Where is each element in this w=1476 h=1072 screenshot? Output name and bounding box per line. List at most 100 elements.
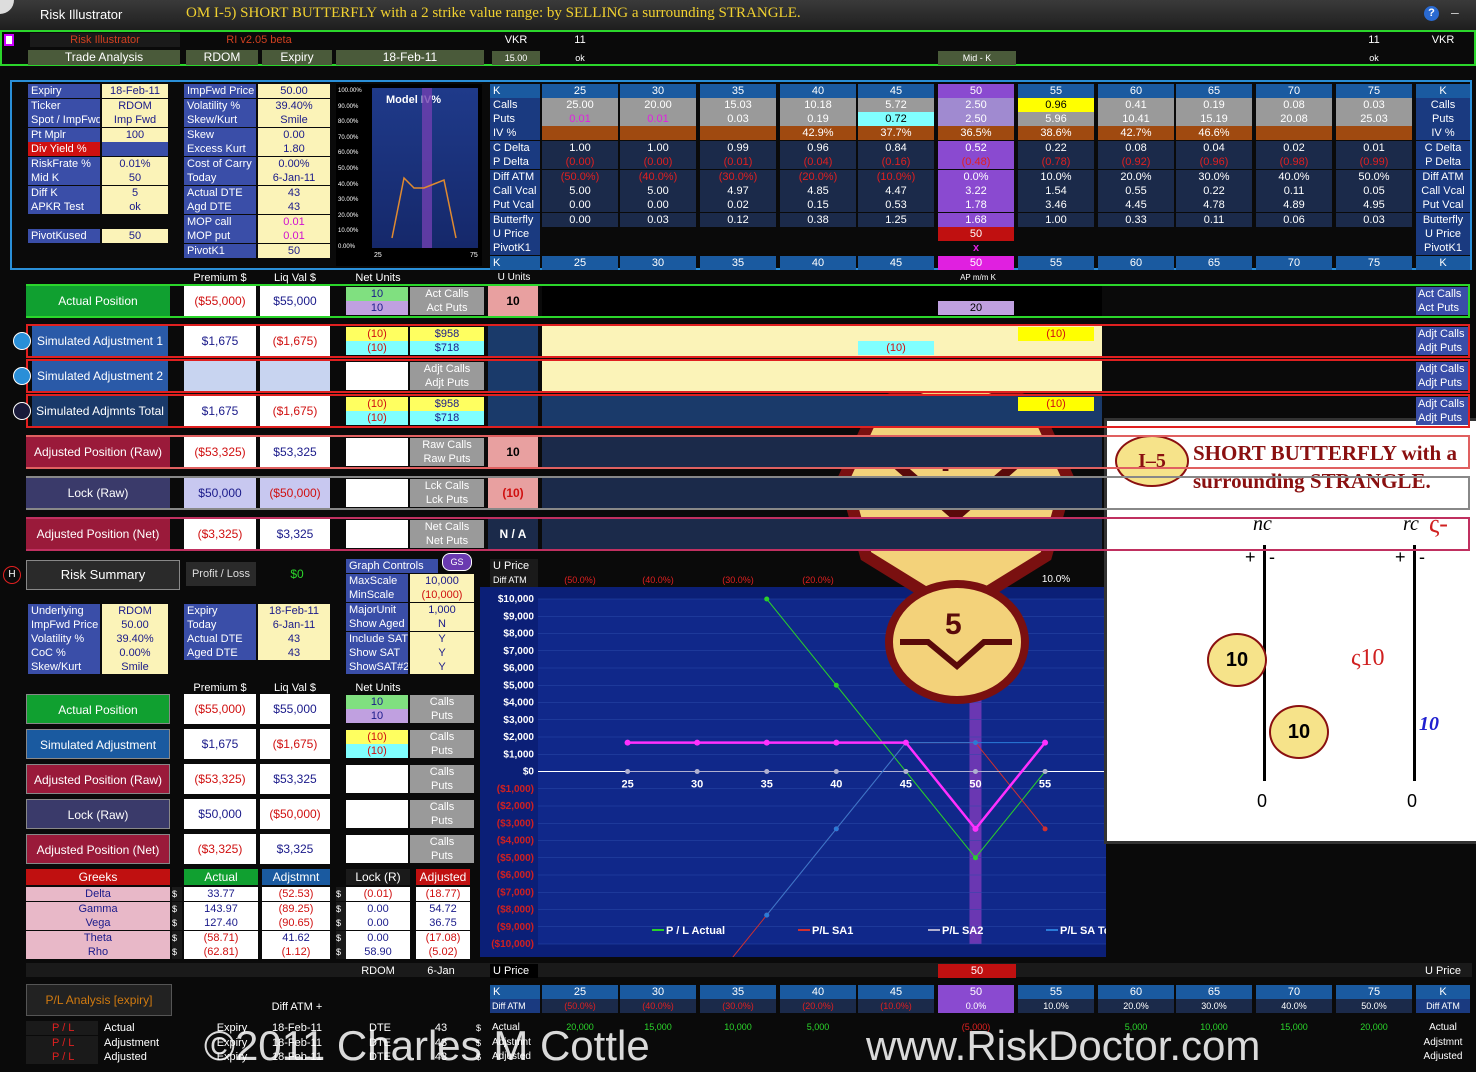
position-row-name-3[interactable]: Simulated Adjmnts Total (32, 396, 168, 426)
summary-row-name-3[interactable]: Lock (Raw) (26, 799, 170, 829)
summary-row-nu-puts-3[interactable] (346, 814, 408, 828)
greek-adjusted-2: 36.75 (416, 916, 470, 930)
position-row-nu-calls-5[interactable] (346, 479, 408, 493)
param-value-3[interactable]: 100 (102, 127, 168, 142)
param-mid-value-1[interactable]: 39.40% (258, 98, 330, 113)
param-mid-label-8: Agd DTE (184, 200, 256, 214)
param-mid-value-9[interactable]: 0.01 (258, 214, 330, 229)
position-row-nu-puts-6[interactable] (346, 534, 408, 548)
param-mid-value-5[interactable]: 0.00% (258, 156, 330, 171)
graph-control-value-6[interactable]: Y (410, 660, 474, 675)
param-value-4[interactable] (102, 142, 168, 156)
graph-control-value-1[interactable]: (10,000) (410, 588, 474, 603)
summary-row-nu-calls-1[interactable]: (10) (346, 730, 408, 744)
summary-row-nu-puts-2[interactable] (346, 779, 408, 793)
position-row-toggle-2[interactable] (13, 367, 31, 385)
help-icon[interactable]: ? (1424, 6, 1439, 21)
summary-row-nu-puts-1[interactable]: (10) (346, 744, 408, 758)
pl-series-2-point-55 (1042, 769, 1048, 774)
position-row-nu-puts-4[interactable] (346, 452, 408, 466)
position-row-nu-calls-3[interactable]: (10) (346, 397, 408, 411)
param-mid-label-9: MOP call (184, 214, 256, 229)
position-row-name-0[interactable]: Actual Position (26, 286, 170, 316)
summary-row-nu-calls-3[interactable] (346, 800, 408, 814)
grid-callvcal-55: 1.54 (1018, 184, 1094, 198)
grid-pdelta-40: (0.04) (780, 155, 856, 169)
summary-h-icon[interactable]: H (3, 566, 21, 584)
position-row-nu-calls-1[interactable]: (10) (346, 327, 408, 341)
position-row-nu-puts-3[interactable]: (10) (346, 411, 408, 425)
minimize-icon[interactable]: – (1451, 4, 1459, 20)
iv-ytick-8: 20.00% (338, 212, 359, 219)
param-value-6[interactable]: 50 (102, 171, 168, 185)
position-row-name-6[interactable]: Adjusted Position (Net) (26, 519, 170, 549)
gs-button[interactable]: GS (442, 553, 472, 571)
greek-adjusted-3: (17.08) (416, 930, 470, 945)
pl-diff-35: (30.0%) (700, 999, 776, 1013)
position-row-toggle-1[interactable] (13, 332, 31, 350)
position-row-nu-calls-6[interactable] (346, 520, 408, 534)
graph-control-value-3[interactable]: N (410, 617, 474, 632)
position-row-nu-puts-5[interactable] (346, 493, 408, 507)
position-row-nu-calls-0[interactable]: 10 (346, 287, 408, 301)
param-value-9[interactable]: 50 (102, 228, 168, 243)
grid-row-label-10: U Price (490, 227, 540, 241)
summary-row-name-0[interactable]: Actual Position (26, 694, 170, 724)
param-value-1[interactable]: RDOM (102, 98, 168, 113)
summary-row-name-2[interactable]: Adjusted Position (Raw) (26, 764, 170, 794)
pl-diffatm-label-right: Diff ATM (1416, 999, 1470, 1013)
param-mid-value-10[interactable]: 0.01 (258, 229, 330, 243)
greek-name-4: Rho (26, 945, 170, 959)
grid-diffatm-35: (30.0%) (700, 170, 776, 184)
position-row-name-2[interactable]: Simulated Adjustment 2 (32, 361, 168, 391)
summary-row-nu-calls-2[interactable] (346, 765, 408, 779)
pl-series-4-point-40 (833, 739, 840, 746)
param-mid-value-6[interactable]: 6-Jan-11 (258, 171, 330, 185)
summary-row-nu-puts-0[interactable]: 10 (346, 709, 408, 723)
param-value-7[interactable]: 5 (102, 185, 168, 200)
rs-mid-value-2: 43 (258, 632, 330, 646)
position-row-toggle-3[interactable] (13, 402, 31, 420)
summary-row-nu-calls-4[interactable] (346, 835, 408, 849)
graph-control-value-4[interactable]: Y (410, 631, 474, 646)
summary-row-name-1[interactable]: Simulated Adjustment (26, 729, 170, 759)
position-row-nu-puts-1[interactable]: (10) (346, 341, 408, 355)
position-row-liq-0: $55,000 (260, 286, 330, 316)
grid-butterfly-60: 0.33 (1098, 213, 1174, 227)
param-mid-value-7[interactable]: 43 (258, 185, 330, 200)
param-mid-value-0[interactable]: 50.00 (258, 84, 330, 98)
param-mid-value-4[interactable]: 1.80 (258, 142, 330, 156)
graph-control-value-2[interactable]: 1,000 (410, 602, 474, 617)
pl-series-2-point-35 (764, 769, 770, 774)
position-row-name-5[interactable]: Lock (Raw) (26, 478, 170, 508)
inset-put-10: 10 (1269, 705, 1329, 759)
position-row-nu-puts-2[interactable] (346, 376, 408, 390)
graph-control-value-5[interactable]: Y (410, 646, 474, 660)
param-value-8[interactable]: ok (102, 200, 168, 214)
grid-calls-65: 0.19 (1176, 98, 1252, 112)
grid-callvcal-45: 4.47 (858, 184, 934, 198)
position-row-name-4[interactable]: Adjusted Position (Raw) (26, 437, 170, 467)
iv-ytick-7: 30.00% (338, 197, 359, 204)
summary-row-name-4[interactable]: Adjusted Position (Net) (26, 834, 170, 864)
param-mid-value-3[interactable]: 0.00 (258, 127, 330, 142)
param-mid-value-11[interactable]: 50 (258, 243, 330, 258)
param-value-5[interactable]: 0.01% (102, 156, 168, 171)
summary-row-nu-calls-0[interactable]: 10 (346, 695, 408, 709)
param-value-2[interactable]: Imp Fwd (102, 113, 168, 127)
position-row-nu-calls-2[interactable] (346, 362, 408, 376)
header-checkbox[interactable] (4, 34, 14, 46)
param-value-0[interactable]: 18-Feb-11 (102, 84, 168, 98)
position-row-nu-puts-0[interactable]: 10 (346, 301, 408, 315)
summary-row-nu-puts-4[interactable] (346, 849, 408, 863)
greek-lock-3: 0.00 (346, 930, 410, 945)
pl-row-expiry-label-2: Expiry (216, 1051, 248, 1063)
position-row-nu-calls-4[interactable] (346, 438, 408, 452)
trade-analysis-button[interactable]: Trade Analysis (28, 50, 180, 65)
position-row-name-1[interactable]: Simulated Adjustment 1 (32, 326, 168, 356)
param-mid-value-8[interactable]: 43 (258, 200, 330, 214)
graph-control-value-0[interactable]: 10,000 (410, 574, 474, 588)
greek-dollar-lock-0: $ (336, 887, 346, 901)
grid-puts-40: 0.19 (780, 112, 856, 126)
param-mid-value-2[interactable]: Smile (258, 113, 330, 127)
